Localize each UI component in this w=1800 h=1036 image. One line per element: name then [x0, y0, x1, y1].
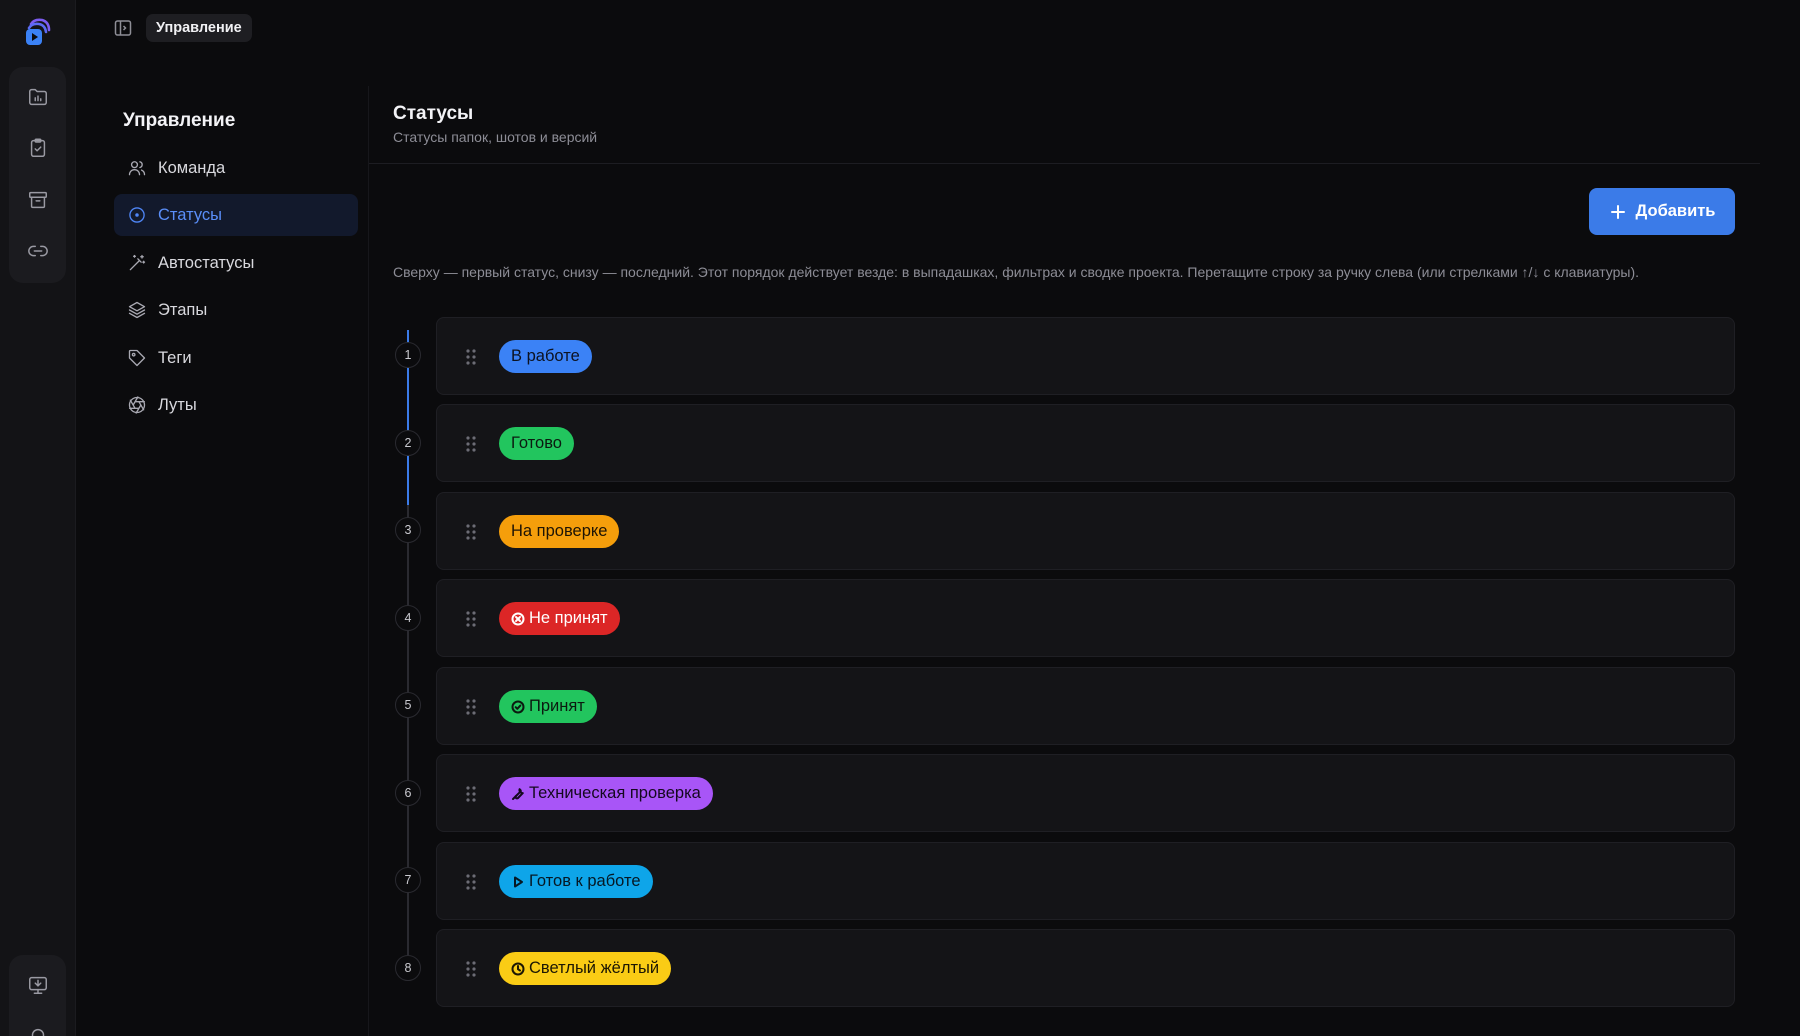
status-chip[interactable]: Готово — [499, 427, 574, 460]
drag-handle-icon[interactable] — [465, 873, 477, 891]
drag-handle-icon[interactable] — [465, 523, 477, 541]
page-title: Статусы — [393, 103, 474, 124]
order-number: 5 — [395, 692, 421, 718]
clipboard-check-icon[interactable] — [24, 134, 52, 162]
nav-item-statuses[interactable]: Статусы — [114, 194, 358, 236]
sidebar-toggle-icon[interactable] — [113, 18, 133, 38]
status-row[interactable]: В работе — [436, 317, 1735, 395]
nav-item-team[interactable]: Команда — [114, 147, 358, 189]
aperture-icon — [127, 395, 147, 415]
order-number: 8 — [395, 955, 421, 981]
divider — [369, 163, 1760, 164]
app-logo-icon[interactable] — [22, 16, 54, 48]
nav-item-stages[interactable]: Этапы — [114, 289, 358, 331]
monitor-download-icon[interactable] — [24, 971, 52, 999]
nav-title: Управление — [123, 110, 236, 131]
status-row[interactable]: На проверке — [436, 492, 1735, 570]
status-row[interactable]: Готов к работе — [436, 842, 1735, 920]
status-label: Не принят — [529, 609, 608, 627]
drag-handle-icon[interactable] — [465, 348, 477, 366]
nav-item-label: Луты — [158, 395, 197, 414]
order-number: 1 — [395, 342, 421, 368]
nav-item-label: Автостатусы — [158, 253, 255, 272]
users-icon — [127, 158, 147, 178]
status-label: На проверке — [511, 522, 608, 540]
icon-rail — [0, 0, 76, 1036]
add-status-button[interactable]: Добавить — [1589, 188, 1735, 235]
nav-item-luts[interactable]: Луты — [114, 384, 358, 426]
ordering-hint: Сверху — первый статус, снизу — последни… — [393, 264, 1640, 280]
nav-item-tags[interactable]: Теги — [114, 337, 358, 379]
breadcrumb[interactable]: Управление — [146, 14, 252, 42]
play-icon — [514, 876, 523, 887]
order-number: 7 — [395, 867, 421, 893]
bell-icon[interactable] — [24, 1022, 52, 1036]
magic-wand-icon — [127, 253, 147, 273]
link-icon[interactable] — [24, 237, 52, 265]
page-subtitle: Статусы папок, шотов и версий — [393, 129, 598, 145]
circle-dot-icon — [127, 205, 147, 225]
status-chip[interactable]: В работе — [499, 340, 592, 373]
status-row[interactable]: Светлый жёлтый — [436, 929, 1735, 1007]
check-circle-icon — [511, 700, 525, 713]
rail-top-group — [9, 67, 66, 283]
status-label: Готов к работе — [529, 872, 641, 890]
drag-handle-icon[interactable] — [465, 785, 477, 803]
order-number: 4 — [395, 605, 421, 631]
status-chip[interactable]: Принят — [499, 690, 597, 723]
drag-handle-icon[interactable] — [465, 610, 477, 628]
layers-icon — [127, 300, 147, 320]
drag-handle-icon[interactable] — [465, 960, 477, 978]
status-chip[interactable]: Готов к работе — [499, 865, 653, 898]
status-row[interactable]: Не принят — [436, 579, 1735, 657]
nav-item-label: Теги — [158, 348, 192, 367]
status-chip[interactable]: Не принят — [499, 602, 620, 635]
tag-icon — [127, 348, 147, 368]
wrench-icon — [512, 787, 524, 800]
status-chip[interactable]: Техническая проверка — [499, 777, 713, 810]
drag-handle-icon[interactable] — [465, 698, 477, 716]
x-circle-icon — [511, 612, 525, 625]
status-label: Готово — [511, 434, 562, 452]
status-row[interactable]: Техническая проверка — [436, 754, 1735, 832]
order-number: 6 — [395, 780, 421, 806]
nav-item-label: Команда — [158, 158, 226, 177]
nav-item-label: Этапы — [158, 300, 208, 319]
nav-item-label: Статусы — [158, 205, 223, 224]
status-label: Светлый жёлтый — [529, 959, 660, 977]
order-number: 2 — [395, 430, 421, 456]
plus-icon — [1610, 204, 1625, 219]
clock-icon — [511, 962, 525, 975]
rail-bottom-group — [9, 955, 66, 1036]
add-button-label: Добавить — [1635, 202, 1716, 220]
divider — [368, 86, 369, 1036]
status-row[interactable]: Готово — [436, 404, 1735, 482]
status-label: В работе — [511, 347, 580, 365]
drag-handle-icon[interactable] — [465, 435, 477, 453]
status-chip[interactable]: На проверке — [499, 515, 620, 548]
order-number: 3 — [395, 517, 421, 543]
folder-chart-icon[interactable] — [24, 83, 52, 111]
status-label: Техническая проверка — [529, 784, 701, 802]
status-chip[interactable]: Светлый жёлтый — [499, 952, 672, 985]
status-row[interactable]: Принят — [436, 667, 1735, 745]
status-label: Принят — [529, 697, 585, 715]
archive-icon[interactable] — [24, 186, 52, 214]
nav-item-autostatuses[interactable]: Автостатусы — [114, 242, 358, 284]
